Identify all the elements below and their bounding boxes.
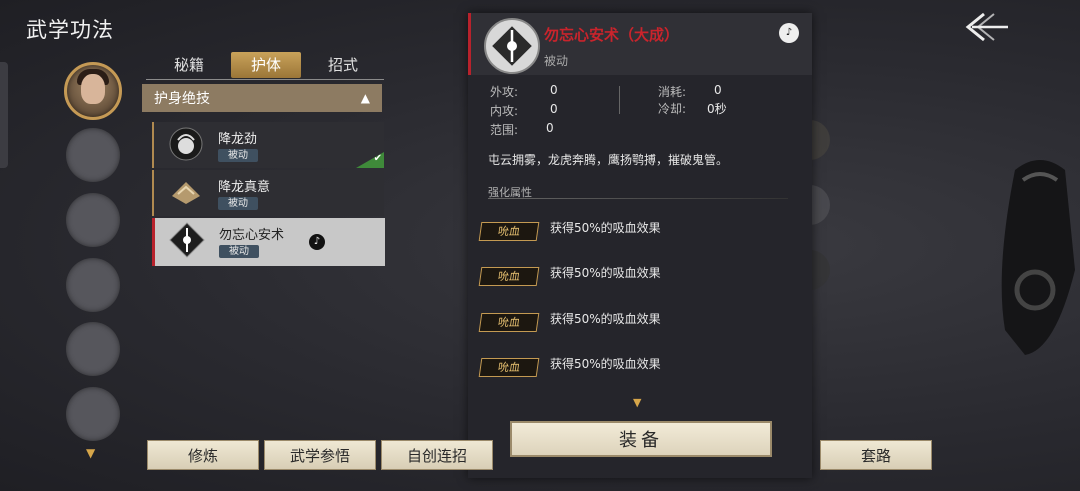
- tab-moves[interactable]: 招式: [308, 52, 378, 78]
- enhance-tag: 吮血: [478, 358, 540, 377]
- side-handle[interactable]: [0, 62, 8, 168]
- enhance-text: 获得50%的吸血效果: [550, 357, 661, 371]
- routine-button[interactable]: 套路: [820, 440, 932, 470]
- enhance-text: 获得50%的吸血效果: [550, 266, 661, 280]
- equip-button[interactable]: 装备: [510, 421, 772, 457]
- stat-label: 外攻:: [490, 85, 519, 99]
- skill-name: 降龙真意: [218, 180, 271, 195]
- ear-icon[interactable]: ♪: [309, 234, 325, 250]
- stat-value: 0: [550, 102, 558, 116]
- tab-secret-manual[interactable]: 秘籍: [154, 52, 224, 78]
- skill-badge: 被动: [218, 149, 258, 162]
- detail-skill-icon: [484, 18, 540, 74]
- stat-label: 冷却:: [658, 102, 687, 116]
- tab-body-protection[interactable]: 护体: [231, 52, 301, 78]
- character-slot[interactable]: [66, 322, 120, 376]
- enhance-tag: 吮血: [478, 313, 540, 332]
- character-figure-art: [985, 150, 1080, 360]
- detail-skill-type: 被动: [544, 54, 569, 68]
- custom-combo-button[interactable]: 自创连招: [381, 440, 493, 470]
- stat-label: 范围:: [490, 123, 519, 137]
- back-arrow-icon[interactable]: [962, 10, 1012, 44]
- section-title: 护身绝技: [154, 91, 210, 107]
- character-slot[interactable]: [66, 387, 120, 441]
- stat-label: 消耗:: [658, 85, 687, 99]
- ear-icon[interactable]: ♪: [779, 23, 799, 43]
- skill-name: 勿忘心安术: [219, 228, 285, 243]
- train-button[interactable]: 修炼: [147, 440, 259, 470]
- enhance-tag: 吮血: [478, 267, 540, 286]
- skill-item[interactable]: 降龙劲 被动 ✔: [152, 122, 384, 168]
- character-slot[interactable]: [66, 258, 120, 312]
- section-header[interactable]: 护身绝技 ▲: [142, 84, 382, 112]
- study-button[interactable]: 武学参悟: [264, 440, 376, 470]
- detail-skill-name: 勿忘心安术（大成）: [544, 26, 680, 44]
- chevron-up-icon: ▲: [360, 91, 370, 105]
- stat-value: 0: [546, 121, 554, 135]
- detail-accent-bar: [468, 13, 471, 75]
- enhance-divider: [488, 198, 788, 199]
- enhance-text: 获得50%的吸血效果: [550, 221, 661, 235]
- skill-badge: 被动: [218, 197, 258, 210]
- equipped-check-icon: ✔: [356, 152, 384, 168]
- skill-detail-panel: 勿忘心安术（大成） 被动 ♪ 外攻: 0 内攻: 0 范围: 0 消耗: 0 冷…: [468, 13, 812, 478]
- enhance-text: 获得50%的吸血效果: [550, 312, 661, 326]
- stat-value: 0: [714, 83, 722, 97]
- character-slot[interactable]: [66, 193, 120, 247]
- tab-divider: [146, 79, 384, 80]
- skill-icon: [168, 126, 204, 162]
- skill-name: 降龙劲: [218, 132, 258, 147]
- skill-badge: 被动: [219, 245, 259, 258]
- chevron-down-icon[interactable]: ▼: [633, 396, 641, 409]
- skill-icon: [168, 174, 204, 210]
- skill-item[interactable]: 降龙真意 被动: [152, 170, 384, 216]
- stat-divider: [619, 86, 620, 114]
- page-title: 武学功法: [26, 18, 114, 42]
- stat-value: 0秒: [707, 102, 727, 116]
- stat-label: 内攻:: [490, 104, 519, 118]
- character-slot[interactable]: [66, 128, 120, 182]
- chevron-down-icon[interactable]: ▼: [86, 446, 95, 460]
- enhance-tag: 吮血: [478, 222, 540, 241]
- character-avatar[interactable]: [64, 62, 122, 120]
- skill-icon: [169, 222, 205, 258]
- stat-value: 0: [550, 83, 558, 97]
- skill-item-selected[interactable]: 勿忘心安术 被动 ♪: [152, 218, 385, 266]
- skill-description: 屯云拥雾，龙虎奔腾，鹰扬鹗搏，摧破鬼管。: [488, 153, 729, 167]
